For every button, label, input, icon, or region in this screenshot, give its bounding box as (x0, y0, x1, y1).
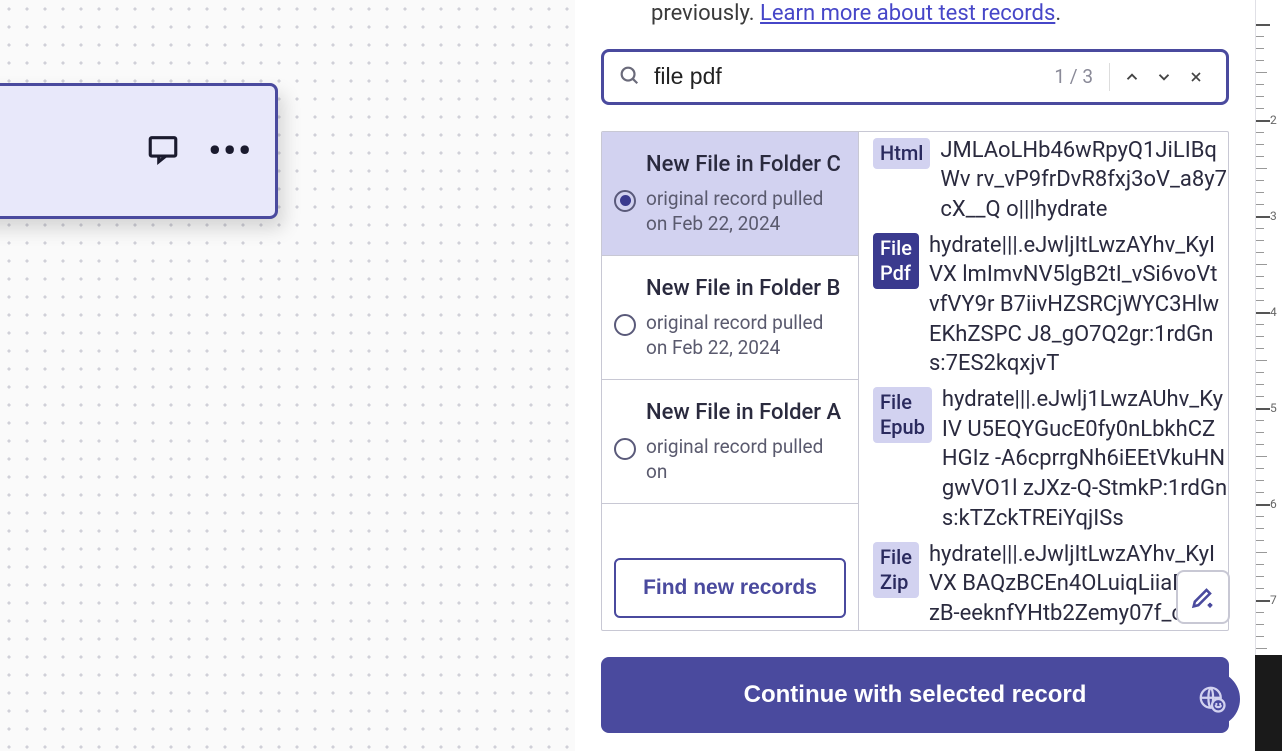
ruler: 2 3 4 5 6 7 (1255, 0, 1282, 751)
more-icon[interactable]: ••• (208, 130, 253, 172)
continue-button[interactable]: Continue with selected record (601, 657, 1229, 733)
record-radio[interactable] (614, 190, 636, 212)
record-item[interactable]: New File in Folder C original record pull… (602, 132, 858, 256)
detail-row: FilePdfhydrate|||.eJwljItLwzAYhv_KyIVX l… (873, 231, 1228, 379)
detail-text: JMLAoLHb46wRpyQ1JiLIBqWv rv_vP9frDvR8fxj… (940, 136, 1228, 225)
record-title: New File in Folder A (646, 398, 844, 428)
record-title: New File in Folder C (646, 150, 844, 180)
canvas-node-card[interactable]: der in ••• (0, 83, 278, 219)
ruler-number: 2 (1270, 113, 1277, 127)
record-meta: original record pulled on Feb 22, 2024 (646, 187, 844, 236)
record-list: New File in Folder C original record pull… (602, 132, 859, 630)
record-item[interactable]: New File in Folder A original record pull… (602, 380, 858, 504)
record-radio[interactable] (614, 438, 636, 460)
record-detail-pane: Html JMLAoLHb46wRpyQ1JiLIBqWv rv_vP9frDvR… (859, 132, 1228, 630)
intro-suffix: . (1055, 1, 1061, 26)
ruler-number: 3 (1270, 209, 1277, 223)
intro-text: previously. Learn more about test record… (575, 0, 1255, 29)
intro-link[interactable]: Learn more about test records (760, 1, 1055, 26)
find-new-records-button[interactable]: Find new records (614, 558, 846, 618)
search-next-button[interactable] (1148, 61, 1180, 93)
file-type-tag: Html (873, 138, 930, 169)
search-match-count: 1 / 3 (1054, 65, 1093, 88)
detail-text: hydrate|||.eJwljItLwzAYhv_KyIVX lmImvNV5… (929, 231, 1228, 379)
intro-prefix: previously. (651, 1, 760, 26)
file-type-tag: FilePdf (873, 233, 919, 289)
record-item[interactable]: New File in Folder B original record pull… (602, 256, 858, 380)
ruler-number: 7 (1270, 593, 1277, 607)
comment-icon[interactable] (146, 132, 180, 170)
detail-row: FileEpubhydrate|||.eJwlj1LwzAUhv_KyIV U5… (873, 385, 1228, 533)
help-fab[interactable] (1184, 671, 1240, 727)
detail-row: FileZiphydrate|||.eJwljItLwzAYhv_KyIVX B… (873, 540, 1228, 630)
search-bar: 1 / 3 (601, 49, 1229, 105)
file-type-tag: FileEpub (873, 387, 932, 443)
record-title: New File in Folder B (646, 274, 844, 304)
ruler-number: 5 (1270, 401, 1277, 415)
search-close-button[interactable] (1180, 61, 1212, 93)
edit-note-button[interactable] (1176, 570, 1230, 624)
detail-text: hydrate|||.eJwlj1LwzAUhv_KyIV U5EQYGucE0… (942, 385, 1228, 533)
search-prev-button[interactable] (1116, 61, 1148, 93)
ruler-number: 6 (1270, 497, 1277, 511)
search-icon (618, 64, 654, 90)
canvas-area[interactable]: der in ••• (0, 0, 575, 751)
ruler-number: 4 (1270, 305, 1277, 319)
detail-row: Html JMLAoLHb46wRpyQ1JiLIBqWv rv_vP9frDvR… (873, 136, 1228, 225)
record-radio[interactable] (614, 314, 636, 336)
search-input[interactable] (654, 63, 1044, 90)
record-meta: original record pulled on Feb 22, 2024 (646, 311, 844, 360)
record-meta: original record pulled on (646, 435, 844, 484)
file-type-tag: FileZip (873, 542, 919, 598)
side-panel: previously. Learn more about test record… (575, 0, 1255, 751)
